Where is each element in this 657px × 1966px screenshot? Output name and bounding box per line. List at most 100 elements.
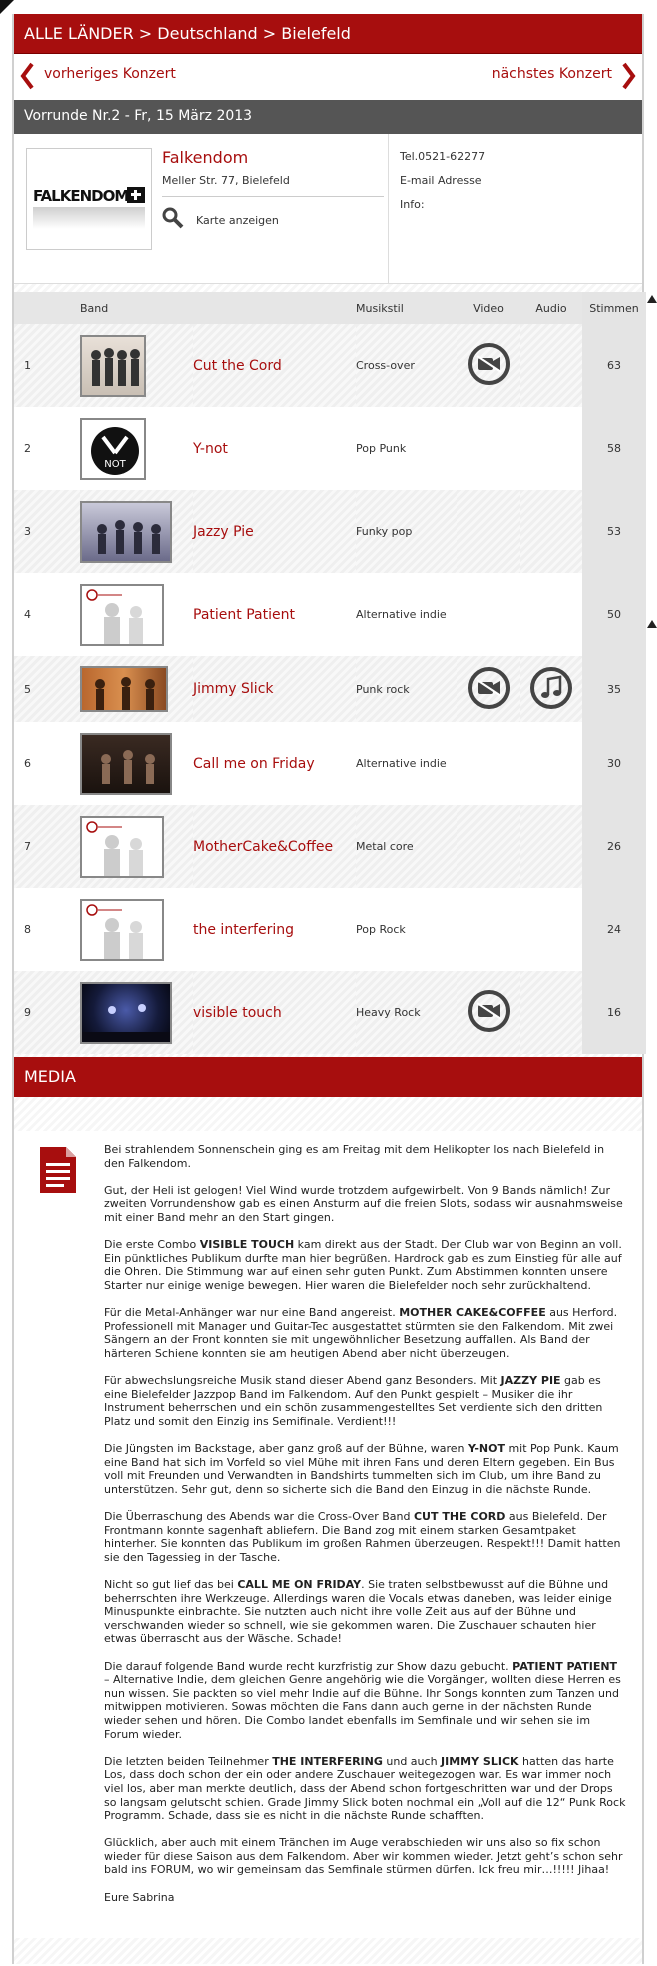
band-photo[interactable]: [80, 500, 172, 563]
band-name-link[interactable]: Call me on Friday: [193, 756, 315, 772]
placeholder-photo[interactable]: [80, 815, 164, 878]
previous-concert-link[interactable]: vorheriges Konzert: [44, 66, 176, 82]
music-style: Heavy Rock: [356, 971, 457, 1054]
video-camera-icon[interactable]: [467, 989, 511, 1033]
vote-count: 53: [582, 490, 646, 573]
rank: 6: [14, 722, 80, 805]
table-row: 1 Cut the Cord Cross-over 63: [14, 324, 646, 407]
band-photo[interactable]: [80, 334, 146, 397]
music-style: Cross-over: [356, 324, 457, 407]
scroll-up-arrow-icon[interactable]: [647, 295, 657, 303]
vote-count: 63: [582, 324, 646, 407]
report-paragraph: Die Jüngsten im Backstage, aber ganz gro…: [104, 1442, 619, 1496]
video-camera-icon[interactable]: [467, 666, 511, 710]
page-container: ALLE LÄNDER > Deutschland > Bielefeld vo…: [12, 14, 646, 1964]
rank: 4: [14, 573, 80, 656]
rank: 5: [14, 656, 80, 722]
vote-count: 50: [582, 573, 646, 656]
venue-info: FALKENDOM Falkendom Meller Str. 77, Biel…: [14, 134, 642, 284]
logo-reflection: [33, 207, 145, 229]
report-paragraph: Für abwechslungsreiche Musik stand diese…: [104, 1374, 603, 1428]
table-row: 9 visible touch Heavy Rock 16: [14, 971, 646, 1054]
vote-count: 58: [582, 407, 646, 490]
venue-address: Meller Str. 77, Bielefeld: [162, 174, 290, 187]
band-photo[interactable]: [80, 666, 168, 712]
chevron-right-icon[interactable]: [622, 62, 636, 90]
band-name-link[interactable]: Patient Patient: [193, 607, 295, 623]
report-paragraph: Glücklich, aber auch mit einem Tränchen …: [104, 1836, 623, 1877]
band-name-link[interactable]: Jimmy Slick: [193, 681, 274, 697]
placeholder-photo[interactable]: [80, 898, 164, 961]
concert-nav: vorheriges Konzert nächstes Konzert: [14, 54, 642, 100]
music-style: Funky pop: [356, 490, 457, 573]
venue-name[interactable]: Falkendom: [162, 148, 248, 167]
music-style: Alternative indie: [356, 573, 457, 656]
band-name-link[interactable]: Y-not: [193, 441, 228, 457]
report-paragraph: Die letzten beiden Teilnehmer THE INTERF…: [104, 1754, 626, 1823]
rank: 2: [14, 407, 80, 490]
placeholder-guitarist-icon: [86, 820, 143, 876]
band-photo[interactable]: [80, 732, 172, 795]
table-row: 7 MotherCake&Coffee Metal core 26: [14, 805, 646, 888]
table-header: Band Musikstil Video Audio Stimmen: [14, 292, 646, 324]
rank: 9: [14, 971, 80, 1054]
band-table: Band Musikstil Video Audio Stimmen 1 Cut…: [14, 292, 646, 1054]
search-icon[interactable]: [162, 207, 184, 229]
music-style: Metal core: [356, 805, 457, 888]
breadcrumb[interactable]: ALLE LÄNDER > Deutschland > Bielefeld: [14, 14, 642, 54]
media-section-title: MEDIA: [14, 1057, 642, 1097]
logo-mark-icon: [127, 187, 145, 203]
vote-count: 30: [582, 722, 646, 805]
chevron-left-icon[interactable]: [20, 62, 34, 90]
table-row: 8 the interfering Pop Rock 24: [14, 888, 646, 971]
venue-phone: Tel.0521-62277: [400, 150, 486, 163]
ynot-logo-icon: NOT: [91, 426, 139, 475]
table-row: 4 Patient Patient Alternative indie 50: [14, 573, 646, 656]
venue-logo-text: FALKENDOM: [33, 187, 129, 205]
col-video: Video: [457, 292, 520, 324]
band-name-link[interactable]: Jazzy Pie: [193, 524, 254, 540]
report-paragraph: Bei strahlendem Sonnenschein ging es am …: [104, 1143, 605, 1170]
table-row: 5 Jimmy Slick Punk rock 35: [14, 656, 646, 722]
document-icon: [40, 1147, 76, 1193]
music-style: Pop Rock: [356, 888, 457, 971]
vote-count: 35: [582, 656, 646, 722]
music-style: Punk rock: [356, 656, 457, 722]
venue-email[interactable]: E-mail Adresse: [400, 174, 482, 187]
col-band: Band: [80, 292, 193, 324]
report-paragraph: Für die Metal-Anhänger war nur eine Band…: [104, 1306, 618, 1360]
band-name-link[interactable]: Cut the Cord: [193, 358, 282, 374]
venue-logo: FALKENDOM: [26, 148, 152, 250]
table-row: 2 NOT Y-not Pop Punk 58: [14, 407, 646, 490]
report-paragraph: Die darauf folgende Band wurde recht kur…: [104, 1659, 621, 1741]
placeholder-guitarist-icon: [86, 588, 143, 644]
divider: [162, 196, 384, 197]
venue-info-label: Info:: [400, 198, 425, 211]
vote-count: 24: [582, 888, 646, 971]
table-row: 6 Call me on Friday Alternative indie 30: [14, 722, 646, 805]
music-style: Pop Punk: [356, 407, 457, 490]
round-title: Vorrunde Nr.2 - Fr, 15 März 2013: [14, 100, 642, 134]
table-row: 3 Jazzy Pie Funky pop 53: [14, 490, 646, 573]
report-paragraph: Die erste Combo VISIBLE TOUCH kam direkt…: [104, 1238, 622, 1292]
band-name-link[interactable]: MotherCake&Coffee: [193, 839, 333, 855]
vote-count: 26: [582, 805, 646, 888]
placeholder-photo[interactable]: [80, 583, 164, 646]
show-map-link[interactable]: Karte anzeigen: [196, 214, 279, 227]
band-photo[interactable]: NOT: [80, 417, 146, 480]
svg-text:NOT: NOT: [104, 459, 126, 470]
music-note-icon[interactable]: [529, 666, 573, 710]
next-concert-link[interactable]: nächstes Konzert: [492, 66, 612, 82]
band-name-link[interactable]: visible touch: [193, 1005, 282, 1021]
report-paragraph: Gut, der Heli ist gelogen! Viel Wind wur…: [104, 1183, 623, 1224]
divider: [388, 134, 389, 284]
band-name-link[interactable]: the interfering: [193, 922, 294, 938]
video-camera-icon[interactable]: [467, 342, 511, 386]
band-photo[interactable]: [80, 981, 172, 1044]
col-style: Musikstil: [356, 292, 457, 324]
rank: 1: [14, 324, 80, 407]
scroll-up-arrow-icon[interactable]: [647, 620, 657, 628]
placeholder-guitarist-icon: [86, 903, 143, 959]
rank: 3: [14, 490, 80, 573]
